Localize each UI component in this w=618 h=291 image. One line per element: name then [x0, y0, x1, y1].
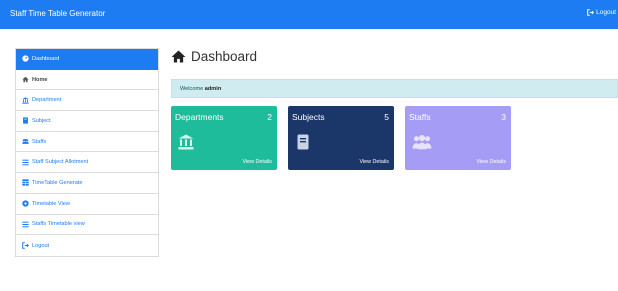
sidebar-item-label: TimeTable Generate: [32, 179, 83, 186]
view-details-link[interactable]: View Details: [359, 159, 389, 165]
sidebar-item-timetable-generate[interactable]: TimeTable Generate: [16, 173, 158, 194]
book-icon: [22, 117, 29, 125]
sidebar-item-label: Home: [32, 76, 48, 83]
dashboard-icon: [22, 55, 29, 62]
view-details-link[interactable]: View Details: [242, 159, 272, 165]
sidebar-item-staff-subject-allotment[interactable]: Staff Subject Allotment: [16, 152, 158, 174]
sidebar-item-label: Timetable View: [32, 200, 70, 207]
university-icon: [178, 134, 194, 150]
home-icon: [171, 50, 186, 63]
staffs-card[interactable]: Staffs 3 View Details: [405, 106, 511, 170]
sidebar-item-label: Dashboard: [32, 55, 60, 62]
home-icon: [22, 76, 29, 83]
sidebar-item-staffs[interactable]: Staffs: [16, 132, 158, 153]
list-icon: [22, 159, 29, 166]
sidebar-item-home[interactable]: Home: [16, 70, 158, 91]
sign-out-icon: [587, 9, 595, 16]
departments-card[interactable]: Departments 2 View Details: [171, 106, 277, 170]
top-logout-link[interactable]: Logout: [587, 9, 616, 16]
eye-icon: [22, 200, 29, 207]
sidebar-menu: Dashboard Home Department Subject Staffs…: [15, 48, 159, 257]
sidebar-item-label: Department: [32, 97, 62, 104]
sign-out-icon: [22, 242, 29, 249]
welcome-username: admin: [204, 86, 222, 92]
welcome-text: Welcome: [180, 86, 205, 92]
sidebar-item-dashboard[interactable]: Dashboard: [16, 49, 158, 70]
card-title: Staffs: [409, 112, 431, 122]
top-navbar: Staff Time Table Generator Logout: [0, 0, 618, 29]
page-title: Dashboard: [171, 49, 257, 64]
card-title: Departments: [175, 112, 224, 122]
page-title-text: Dashboard: [191, 49, 258, 64]
sidebar-item-logout[interactable]: Logout: [16, 235, 158, 256]
card-count: 2: [267, 112, 272, 122]
sidebar-item-staffs-timetable-view[interactable]: Staffs Timetable view: [16, 215, 158, 236]
card-count: 3: [501, 112, 506, 122]
sidebar-item-label: Subject: [32, 117, 51, 124]
subjects-card[interactable]: Subjects 5 View Details: [288, 106, 394, 170]
users-icon: [412, 135, 432, 150]
card-title: Subjects: [292, 112, 325, 122]
top-logout-label: Logout: [596, 9, 616, 16]
card-count: 5: [384, 112, 389, 122]
sidebar-item-label: Staff Subject Allotment: [32, 159, 89, 166]
sidebar-item-label: Staffs Timetable view: [32, 221, 85, 228]
book-icon: [297, 134, 309, 150]
sidebar-item-timetable-view[interactable]: Timetable View: [16, 194, 158, 215]
welcome-alert: Welcome admin: [171, 79, 618, 98]
list-icon: [22, 221, 29, 228]
sidebar-item-label: Staffs: [32, 138, 47, 145]
view-details-link[interactable]: View Details: [476, 159, 506, 165]
sidebar-item-department[interactable]: Department: [16, 90, 158, 112]
university-icon: [22, 97, 29, 104]
table-icon: [22, 179, 29, 187]
brand-title[interactable]: Staff Time Table Generator: [10, 9, 105, 18]
sidebar-item-label: Logout: [32, 242, 50, 249]
sidebar-item-subject[interactable]: Subject: [16, 111, 158, 132]
users-icon: [22, 138, 29, 145]
